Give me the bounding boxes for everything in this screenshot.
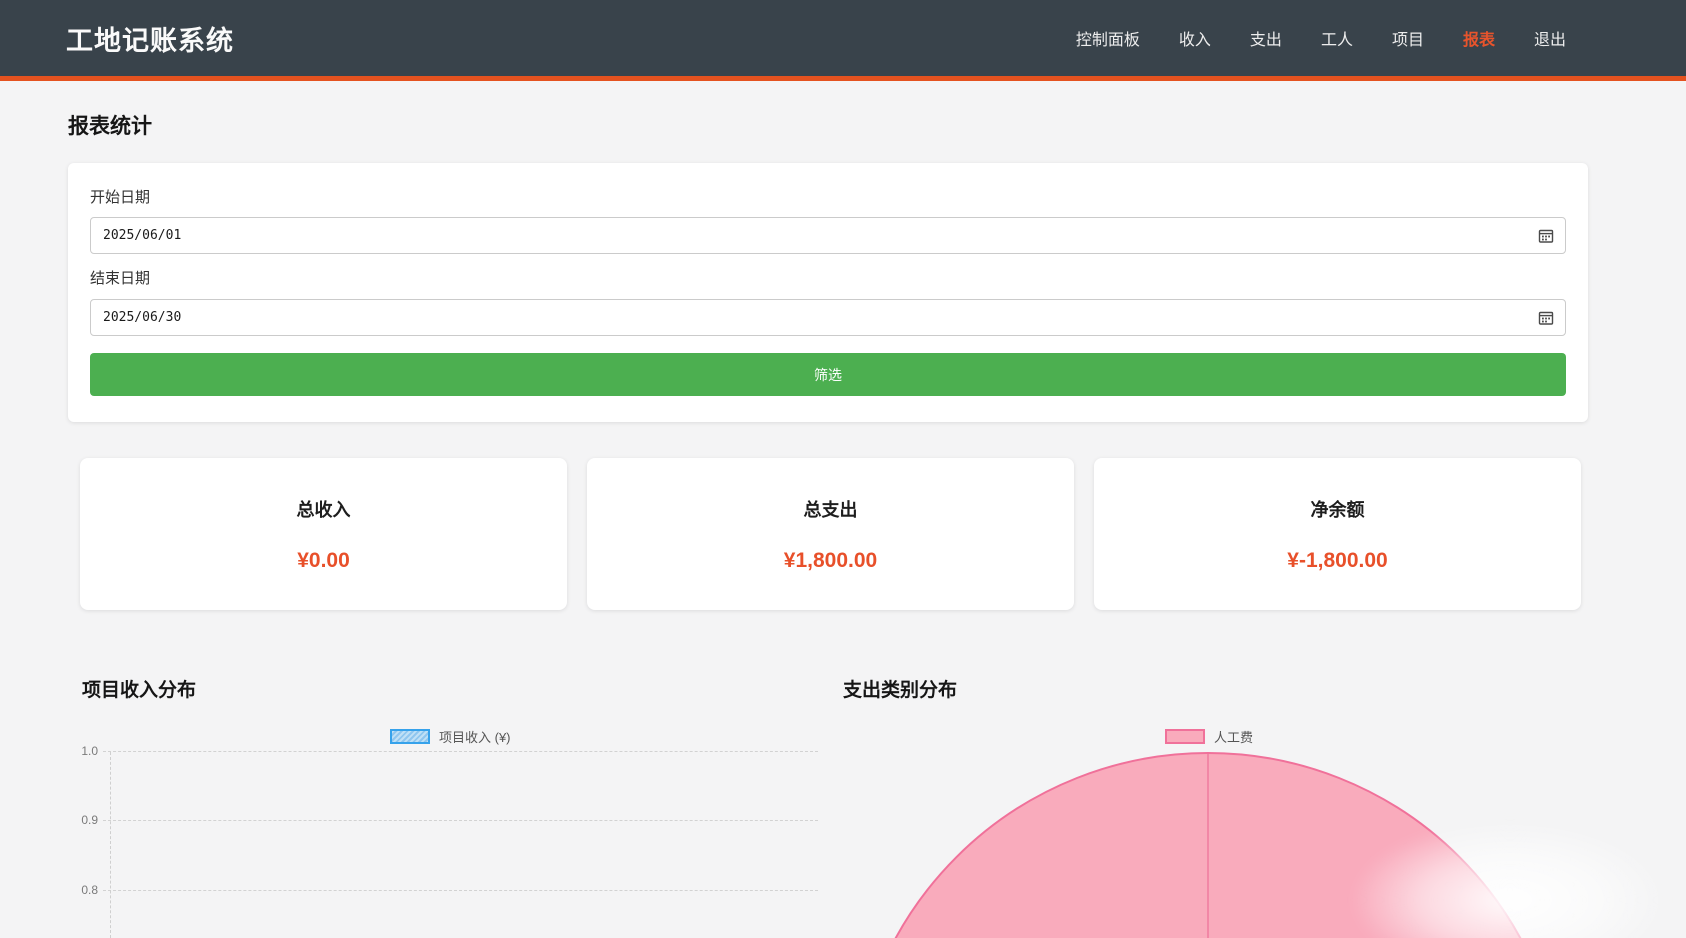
date-filter-card: 开始日期 结束日期: [68, 163, 1588, 422]
net-balance-title: 净余额: [1311, 496, 1365, 522]
expense-legend-label: 人工费: [1214, 727, 1253, 746]
gridline: [103, 751, 818, 752]
total-income-value: ¥0.00: [297, 549, 350, 573]
y-axis-tick: 1.0: [58, 744, 98, 758]
page-title: 报表统计: [68, 110, 152, 140]
expense-chart-title: 支出类别分布: [843, 675, 957, 702]
pie-slice-border: [1207, 754, 1209, 938]
total-income-title: 总收入: [297, 496, 351, 522]
nav-item-dashboard[interactable]: 控制面板: [1076, 26, 1140, 50]
report-page: 工地记账系统 控制面板 收入 支出 工人 项目 报表 退出 报表统计 开始日期: [0, 0, 1686, 938]
nav-item-reports[interactable]: 报表: [1463, 26, 1495, 50]
app-title: 工地记账系统: [66, 19, 234, 58]
nav-item-income[interactable]: 收入: [1179, 26, 1211, 50]
nav-item-expense[interactable]: 支出: [1250, 26, 1282, 50]
net-balance-card: 净余额 ¥-1,800.00: [1094, 458, 1581, 610]
calendar-icon[interactable]: [1538, 310, 1554, 326]
income-chart-title: 项目收入分布: [82, 675, 196, 702]
total-expense-card: 总支出 ¥1,800.00: [587, 458, 1074, 610]
nav-item-workers[interactable]: 工人: [1321, 26, 1353, 50]
income-chart-legend[interactable]: 项目收入 (¥): [390, 727, 511, 746]
nav-item-projects[interactable]: 项目: [1392, 26, 1424, 50]
y-axis-line: [110, 752, 111, 938]
end-date-input[interactable]: [90, 299, 1566, 336]
expense-chart-legend[interactable]: 人工费: [1165, 727, 1253, 746]
nav-item-logout[interactable]: 退出: [1534, 26, 1566, 50]
expense-legend-swatch: [1165, 729, 1205, 744]
total-expense-value: ¥1,800.00: [784, 549, 877, 573]
start-date-field-wrap: [90, 217, 1566, 254]
filter-submit-button[interactable]: 筛选: [90, 353, 1566, 396]
gridline: [103, 820, 818, 821]
total-expense-title: 总支出: [804, 496, 858, 522]
net-balance-value: ¥-1,800.00: [1287, 549, 1387, 573]
y-axis-tick: 0.9: [58, 813, 98, 827]
start-date-label: 开始日期: [90, 186, 150, 207]
top-navbar: 工地记账系统 控制面板 收入 支出 工人 项目 报表 退出: [0, 0, 1686, 81]
income-legend-label: 项目收入 (¥): [439, 727, 511, 746]
nav-links: 控制面板 收入 支出 工人 项目 报表 退出: [1076, 26, 1566, 50]
start-date-input[interactable]: [90, 217, 1566, 254]
end-date-label: 结束日期: [90, 267, 150, 288]
calendar-icon[interactable]: [1538, 228, 1554, 244]
income-legend-swatch: [390, 729, 430, 744]
end-date-field-wrap: [90, 299, 1566, 336]
total-income-card: 总收入 ¥0.00: [80, 458, 567, 610]
y-axis-tick: 0.8: [58, 883, 98, 897]
gridline: [103, 890, 818, 891]
